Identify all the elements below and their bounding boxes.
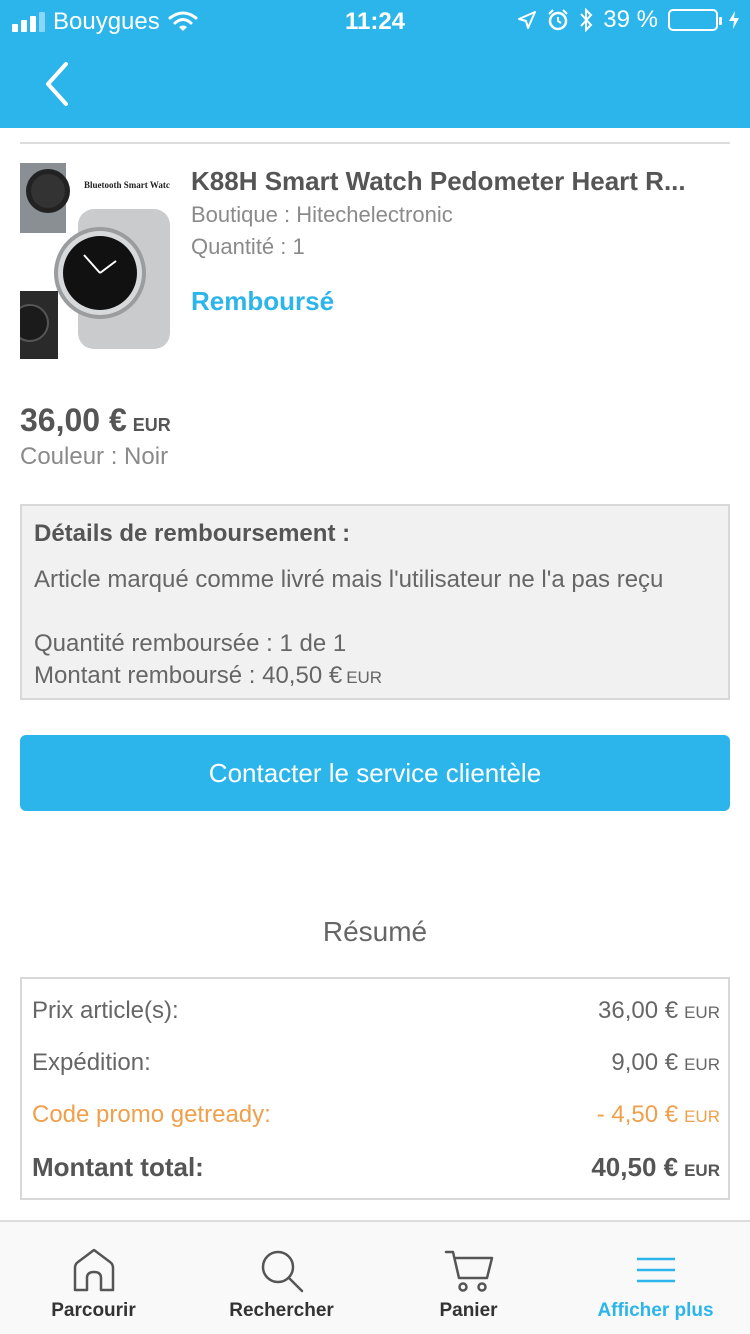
refund-reason: Article marqué comme livré mais l'utilis… [34,566,664,593]
summary-value: - 4,50 € EUR [596,1101,720,1128]
cart-icon [444,1250,493,1292]
status-right: 39 % [517,6,740,34]
summary-label: Montant total: [32,1151,204,1182]
chevron-left-icon [46,62,68,106]
charging-icon [729,11,739,29]
summary-title: Résumé [322,916,428,947]
tab-label: Parcourir [51,1300,136,1321]
summary-label: Expédition: [32,1049,151,1076]
top-bar: Bouygues 11:24 39 % [0,0,750,128]
menu-icon [636,1257,675,1283]
battery-icon [668,9,722,31]
summary-value: 9,00 € EUR [611,1049,720,1076]
summary-row-promo: Code promo getready: - 4,50 € EUR [32,1095,720,1135]
back-button[interactable] [38,56,78,112]
summary-label: Code promo getready: [32,1101,271,1128]
tab-label: Rechercher [229,1300,334,1321]
summary-value: 40,50 € EUR [591,1151,720,1182]
summary-value: 36,00 € EUR [598,997,720,1024]
refund-amount-value: Montant remboursé : 40,50 € [34,662,343,689]
summary-label: Prix article(s): [32,997,179,1024]
refund-heading: Détails de remboursement : [34,520,351,547]
refund-details-box: Détails de remboursement : Article marqu… [20,504,730,700]
product-image[interactable]: Bluetooth Smart Watc [20,163,170,359]
product-image-text: Bluetooth Smart Watc [84,180,170,190]
refund-quantity: Quantité remboursée : 1 de 1 [34,630,347,657]
price-value: 36,00 € [20,402,127,438]
product-color: Couleur : Noir [20,443,169,470]
refund-amount-currency: EUR [346,668,383,687]
refund-amount: Montant remboursé : 40,50 € EUR [34,662,382,690]
watch-illustration: Bluetooth Smart Watc [20,163,170,359]
tab-cart[interactable]: Panier [375,1222,562,1334]
home-icon [73,1248,114,1292]
contact-support-button[interactable]: Contacter le service clientèle [20,735,730,811]
bluetooth-icon [580,8,593,32]
product-shop: Boutique : Hitechelectronic [191,202,453,227]
alarm-icon [548,9,569,31]
battery-percent: 39 % [603,6,658,33]
tab-bar: Parcourir Rechercher Panier Afficher plu… [0,1220,750,1334]
product-status: Remboursé [191,286,335,316]
status-bar: Bouygues 11:24 39 % [0,0,750,42]
tab-browse[interactable]: Parcourir [0,1222,187,1334]
summary-row-shipping: Expédition: 9,00 € EUR [32,1043,720,1083]
search-icon [261,1250,303,1293]
summary-row-items: Prix article(s): 36,00 € EUR [32,991,720,1031]
location-icon [518,11,537,29]
tab-label: Afficher plus [597,1300,714,1321]
summary-row-total: Montant total: 40,50 € EUR [32,1147,720,1187]
tab-label: Panier [439,1300,498,1321]
divider [20,142,730,144]
product-price: 36,00 € EUR [20,402,171,439]
tab-more[interactable]: Afficher plus [562,1222,749,1334]
product-quantity: Quantité : 1 [191,234,305,259]
price-currency: EUR [132,415,171,435]
tab-search[interactable]: Rechercher [188,1222,375,1334]
summary-box: Prix article(s): 36,00 € EUR Expédition: … [20,977,730,1200]
product-title[interactable]: K88H Smart Watch Pedometer Heart R... [191,166,731,197]
